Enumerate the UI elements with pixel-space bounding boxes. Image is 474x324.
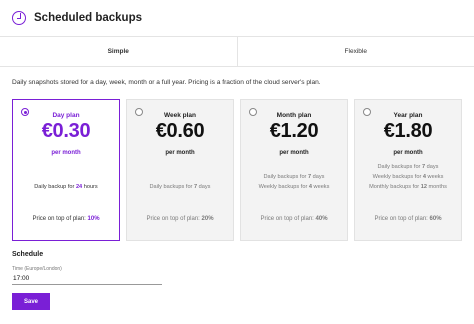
plan-detail-line: Daily backups for 7 days <box>149 184 211 190</box>
plan-detail-line: Monthly backups for 12 months <box>369 184 447 190</box>
plan-card-week[interactable]: Week plan €0.60 per month Daily backups … <box>126 99 234 241</box>
plan-details: Daily backups for 7 days Weekly backups … <box>241 172 347 192</box>
plan-period: per month <box>393 150 423 156</box>
plan-price-note: Price on top of plan: 40% <box>260 216 328 222</box>
plan-period: per month <box>51 150 81 156</box>
plan-type-tabs: Simple Flexible <box>0 36 474 67</box>
plan-price-note: Price on top of plan: 10% <box>32 216 100 222</box>
backup-clock-icon <box>12 11 26 25</box>
save-button[interactable]: Save <box>12 293 50 310</box>
plan-cards: Day plan €0.30 per month Daily backup fo… <box>12 99 462 241</box>
plan-details: Daily backups for 7 days Weekly backups … <box>355 162 461 192</box>
plan-price-note: Price on top of plan: 20% <box>146 216 214 222</box>
tab-flexible[interactable]: Flexible <box>238 37 474 66</box>
plan-detail-line: Daily backups for 7 days <box>263 174 325 180</box>
plan-detail-line: Weekly backups for 4 weeks <box>258 184 330 190</box>
plan-name: Month plan <box>276 112 312 119</box>
plan-price: €1.80 <box>383 120 433 142</box>
plan-period: per month <box>279 150 309 156</box>
plan-card-month[interactable]: Month plan €1.20 per month Daily backups… <box>240 99 348 241</box>
time-field-label: Time (Europe/London) <box>12 266 62 272</box>
page-header: Scheduled backups <box>0 0 474 36</box>
plan-details: Daily backup for 24 hours <box>13 182 119 192</box>
plan-price-note: Price on top of plan: 60% <box>374 216 442 222</box>
plan-details: Daily backups for 7 days <box>127 182 233 192</box>
plan-card-day[interactable]: Day plan €0.30 per month Daily backup fo… <box>12 99 120 241</box>
time-input[interactable] <box>12 273 162 285</box>
schedule-heading: Schedule <box>12 251 44 258</box>
tab-simple[interactable]: Simple <box>0 37 238 66</box>
plan-detail-line: Weekly backups for 4 weeks <box>372 174 444 180</box>
plan-name: Day plan <box>52 112 80 119</box>
plan-period: per month <box>165 150 195 156</box>
plan-price: €1.20 <box>269 120 319 142</box>
plans-description: Daily snapshots stored for a day, week, … <box>12 79 321 86</box>
plan-name: Year plan <box>393 112 423 119</box>
plan-name: Week plan <box>163 112 197 119</box>
plan-detail-line: Daily backup for 24 hours <box>34 184 98 190</box>
plan-price: €0.30 <box>41 120 91 142</box>
page-title: Scheduled backups <box>34 12 143 24</box>
plan-detail-line: Daily backups for 7 days <box>377 164 439 170</box>
plan-card-year[interactable]: Year plan €1.80 per month Daily backups … <box>354 99 462 241</box>
plan-price: €0.60 <box>155 120 205 142</box>
